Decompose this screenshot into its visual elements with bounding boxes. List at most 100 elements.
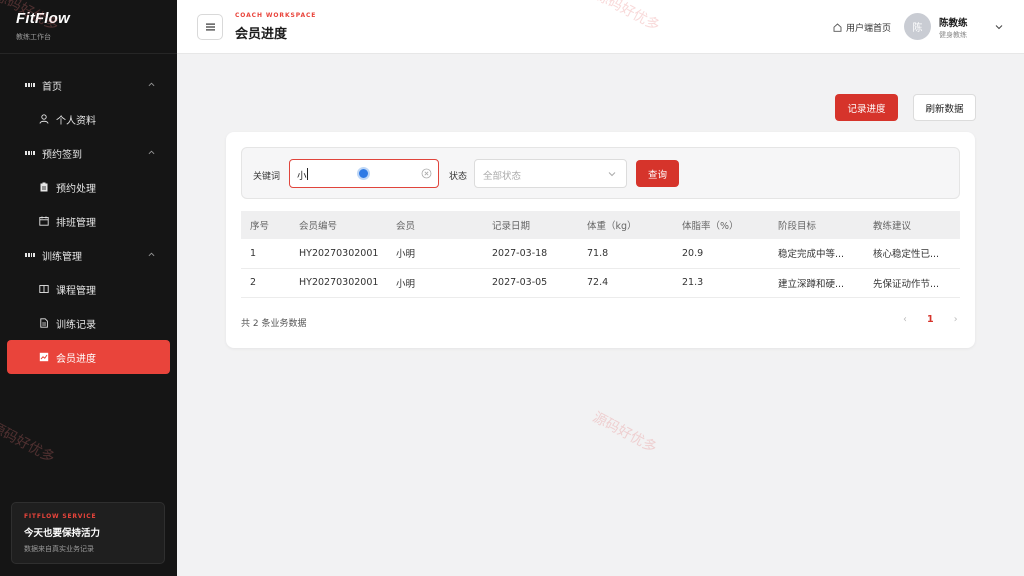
pagination: ‹ 1 ›: [900, 314, 961, 325]
page-number[interactable]: 1: [927, 314, 934, 325]
filter-bar: 关键词 小 状态 全部状态 查询: [241, 147, 960, 199]
user-role: 健身教练: [939, 31, 967, 39]
status-select[interactable]: 全部状态: [474, 159, 627, 188]
sidebar-item-member-progress[interactable]: 会员进度: [7, 340, 170, 374]
book-icon: [39, 285, 49, 293]
table-row[interactable]: 1 HY20270302001 小明 2027-03-18 71.8 20.9 …: [241, 239, 960, 269]
table-cell: HY20270302001: [290, 268, 387, 298]
table-cell: 72.4: [578, 268, 673, 298]
total-count: 共 2 条业务数据: [241, 319, 307, 329]
sidebar-item-profile[interactable]: 个人资料: [0, 102, 177, 136]
progress-table: 序号 会员编号 会员 记录日期 体重（kg） 体脂率（%） 阶段目标 教练建议 …: [241, 211, 960, 298]
column-header: 阶段目标: [769, 211, 864, 239]
sidebar-item-schedule[interactable]: 排班管理: [0, 204, 177, 238]
table-cell: 先保证动作节...: [864, 268, 960, 298]
query-button[interactable]: 查询: [636, 160, 679, 187]
table-cell: 20.9: [673, 239, 769, 269]
chevron-up-icon[interactable]: [148, 149, 155, 156]
table-cell: 2027-03-18: [483, 239, 578, 269]
promo-title: 今天也要保持活力: [24, 528, 101, 539]
clear-icon[interactable]: [421, 168, 432, 179]
grid-icon: [25, 80, 35, 90]
chart-icon: [39, 352, 49, 362]
status-placeholder: 全部状态: [483, 171, 522, 182]
progress-card: 关键词 小 状态 全部状态 查询 序号 会员编号 会员 记录日期 体重（kg） …: [226, 132, 975, 348]
table-cell: 核心稳定性已...: [864, 239, 960, 269]
sidebar-item-label: 训练记录: [56, 319, 96, 331]
table-cell: 小明: [387, 268, 483, 298]
sidebar-item-booking[interactable]: 预约签到: [0, 136, 177, 170]
refresh-data-button[interactable]: 刷新数据: [913, 94, 976, 121]
brand: FitFlow 教练工作台: [0, 0, 177, 54]
avatar[interactable]: 陈: [904, 13, 931, 40]
table-cell: 1: [241, 239, 290, 269]
document-icon: [40, 318, 48, 328]
column-header: 会员编号: [290, 211, 387, 239]
table-cell: 稳定完成中等...: [769, 239, 864, 269]
column-header: 会员: [387, 211, 483, 239]
table-row[interactable]: 2 HY20270302001 小明 2027-03-05 72.4 21.3 …: [241, 268, 960, 298]
keyword-value: 小: [297, 171, 307, 182]
table-cell: 21.3: [673, 268, 769, 298]
user-icon: [39, 114, 49, 124]
sidebar-item-booking-handle[interactable]: 预约处理: [0, 170, 177, 204]
user-name[interactable]: 陈教练: [939, 15, 968, 29]
top-header: COACH WORKSPACE 会员进度 用户端首页 陈 陈教练 健身教练: [177, 0, 1024, 54]
sidebar-item-label: 排班管理: [56, 217, 96, 229]
table-cell: 71.8: [578, 239, 673, 269]
sidebar-item-label: 训练管理: [42, 251, 82, 263]
keyword-input[interactable]: 小: [289, 159, 439, 188]
keyword-label: 关键词: [253, 172, 281, 182]
promo-tag: FITFLOW SERVICE: [24, 513, 97, 520]
table-cell: 小明: [387, 239, 483, 269]
sidebar-item-training-records[interactable]: 训练记录: [0, 306, 177, 340]
grid-icon: [25, 250, 35, 260]
table-cell: HY20270302001: [290, 239, 387, 269]
prev-page-button[interactable]: ‹: [900, 314, 910, 325]
brand-title: FitFlow: [16, 10, 70, 27]
sidebar-item-training[interactable]: 训练管理: [0, 238, 177, 272]
sidebar-item-label: 预约处理: [56, 183, 96, 195]
promo-card: FITFLOW SERVICE 今天也要保持活力 数据来自真实业务记录: [11, 502, 165, 564]
column-header: 序号: [241, 211, 290, 239]
column-header: 体脂率（%）: [673, 211, 769, 239]
text-caret: [307, 168, 308, 180]
table-cell: 2027-03-05: [483, 268, 578, 298]
next-page-button[interactable]: ›: [951, 314, 961, 325]
chevron-down-icon[interactable]: [995, 23, 1003, 31]
user-home-link[interactable]: 用户端首页: [833, 21, 891, 34]
chevron-up-icon[interactable]: [148, 251, 155, 258]
page-title: 会员进度: [235, 27, 288, 42]
watermark: 源码好优多: [589, 409, 660, 457]
sidebar-item-home[interactable]: 首页: [0, 68, 177, 102]
brand-subtitle: 教练工作台: [16, 33, 51, 41]
sidebar: FitFlow 教练工作台 首页 个人资料 预约签到 预约处理 排班管理 训练管…: [0, 0, 177, 576]
chevron-down-icon: [608, 172, 616, 177]
table-cell: 2: [241, 268, 290, 298]
menu-toggle-button[interactable]: [197, 14, 223, 40]
sidebar-item-label: 预约签到: [42, 149, 82, 161]
column-header: 教练建议: [864, 211, 960, 239]
sidebar-item-label: 个人资料: [56, 115, 96, 127]
sidebar-item-label: 会员进度: [56, 353, 96, 365]
record-progress-button[interactable]: 记录进度: [835, 94, 898, 121]
table-cell: 建立深蹲和硬...: [769, 268, 864, 298]
calendar-icon: [39, 216, 49, 226]
sidebar-item-courses[interactable]: 课程管理: [0, 272, 177, 306]
column-header: 体重（kg）: [578, 211, 673, 239]
grid-icon: [25, 148, 35, 158]
column-header: 记录日期: [483, 211, 578, 239]
sidebar-item-label: 首页: [42, 81, 62, 93]
table-header-row: 序号 会员编号 会员 记录日期 体重（kg） 体脂率（%） 阶段目标 教练建议: [241, 211, 960, 239]
status-label: 状态: [449, 172, 468, 182]
user-home-link-label: 用户端首页: [846, 24, 892, 34]
clipboard-icon: [40, 182, 48, 192]
workspace-tag: COACH WORKSPACE: [235, 12, 317, 19]
hamburger-icon: [205, 23, 215, 31]
promo-description: 数据来自真实业务记录: [24, 545, 94, 553]
home-icon: [833, 23, 842, 32]
chevron-up-icon[interactable]: [148, 81, 155, 88]
pointer-cursor: [357, 167, 370, 180]
sidebar-item-label: 课程管理: [56, 285, 96, 297]
sidebar-nav: 首页 个人资料 预约签到 预约处理 排班管理 训练管理 课程管理 训练记录 会员…: [0, 54, 177, 374]
